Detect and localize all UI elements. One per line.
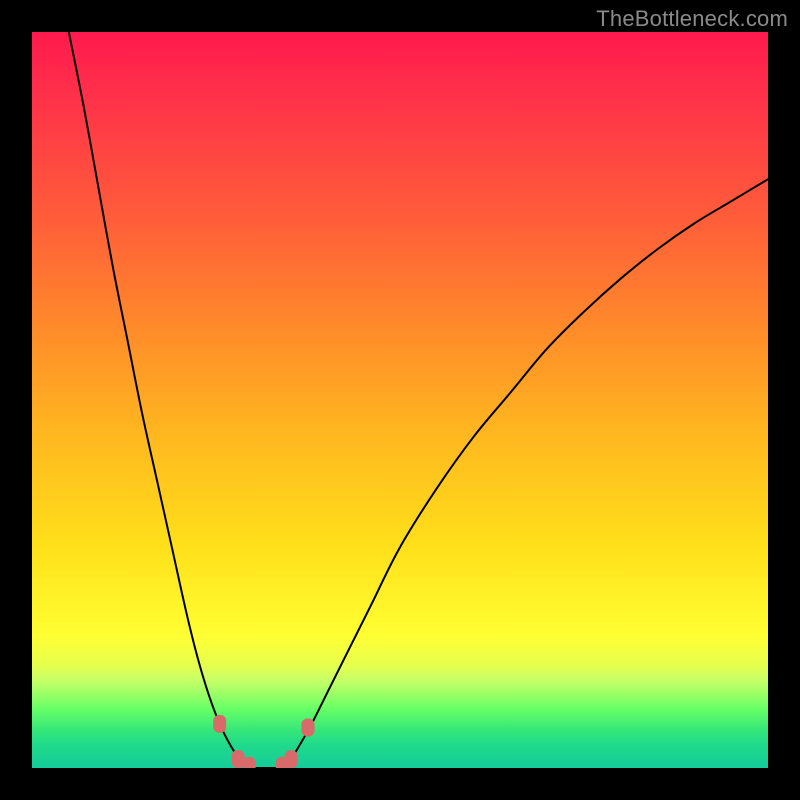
marker-3 — [276, 757, 289, 768]
marker-2 — [243, 757, 256, 768]
chart-lines — [69, 32, 768, 768]
watermark-text: TheBottleneck.com — [596, 6, 788, 32]
chart-overlay-svg — [32, 32, 768, 768]
marker-5 — [302, 719, 315, 737]
series-left-curve — [69, 32, 253, 768]
chart-frame: TheBottleneck.com — [0, 0, 800, 800]
marker-0 — [213, 715, 226, 733]
marker-4 — [285, 750, 298, 768]
series-right-curve — [282, 179, 768, 768]
chart-plot-area — [32, 32, 768, 768]
marker-1 — [232, 750, 245, 768]
chart-markers — [213, 715, 314, 768]
